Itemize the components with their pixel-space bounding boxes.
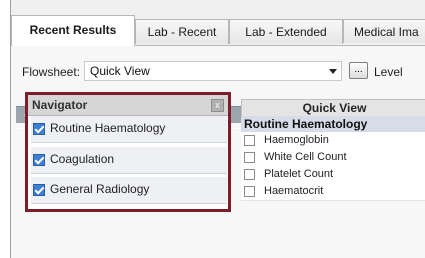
navigator-title: Navigator: [32, 98, 88, 112]
navigator-panel: Navigator x Routine Haematology Coagulat…: [25, 92, 231, 212]
tab-lab-recent[interactable]: Lab - Recent: [135, 19, 229, 44]
chevron-down-icon: [329, 69, 337, 74]
list-item[interactable]: Platelet Count: [241, 166, 425, 184]
list-item-label: White Cell Count: [264, 151, 347, 163]
tab-strip: Recent Results Lab - Recent Lab - Extend…: [11, 14, 425, 46]
checkbox[interactable]: [244, 135, 255, 146]
list-item[interactable]: Haemoglobin: [241, 132, 425, 150]
flowsheet-more-button[interactable]: ...: [349, 62, 368, 79]
flowsheet-select[interactable]: Quick View: [84, 61, 342, 81]
tab-lab-extended[interactable]: Lab - Extended: [229, 19, 343, 44]
list-item[interactable]: White Cell Count: [241, 149, 425, 167]
list-item-label: Haematocrit: [264, 185, 324, 197]
checkbox[interactable]: [244, 169, 255, 180]
checkbox-checked[interactable]: [33, 123, 45, 135]
list-item-label: Haemoglobin: [264, 134, 329, 146]
flowsheet-selected-value: Quick View: [90, 64, 150, 78]
tab-recent-results[interactable]: Recent Results: [11, 15, 135, 46]
navigator-item-general-radiology[interactable]: General Radiology: [31, 177, 227, 204]
close-icon[interactable]: x: [211, 99, 224, 112]
app-window: Recent Results Lab - Recent Lab - Extend…: [10, 0, 425, 258]
navigator-item-label: Coagulation: [50, 152, 115, 166]
navigator-item-label: Routine Haematology: [50, 121, 166, 135]
navigator-header: Navigator x: [28, 95, 228, 116]
navigator-item-routine-haematology[interactable]: Routine Haematology: [31, 116, 227, 143]
flowsheet-label: Flowsheet:: [22, 65, 81, 79]
quick-view-group-heading: Routine Haematology: [241, 116, 425, 132]
list-item-label: Platelet Count: [264, 168, 334, 180]
tab-medical-imaging[interactable]: Medical Ima: [343, 19, 425, 43]
checkbox[interactable]: [244, 186, 255, 197]
checkbox[interactable]: [244, 152, 255, 163]
navigator-item-label: General Radiology: [50, 182, 150, 196]
level-label: Level: [374, 65, 403, 79]
checkbox-checked[interactable]: [33, 154, 45, 166]
list-item[interactable]: Haematocrit: [241, 183, 425, 201]
checkbox-checked[interactable]: [33, 184, 45, 196]
navigator-item-coagulation[interactable]: Coagulation: [31, 147, 227, 174]
